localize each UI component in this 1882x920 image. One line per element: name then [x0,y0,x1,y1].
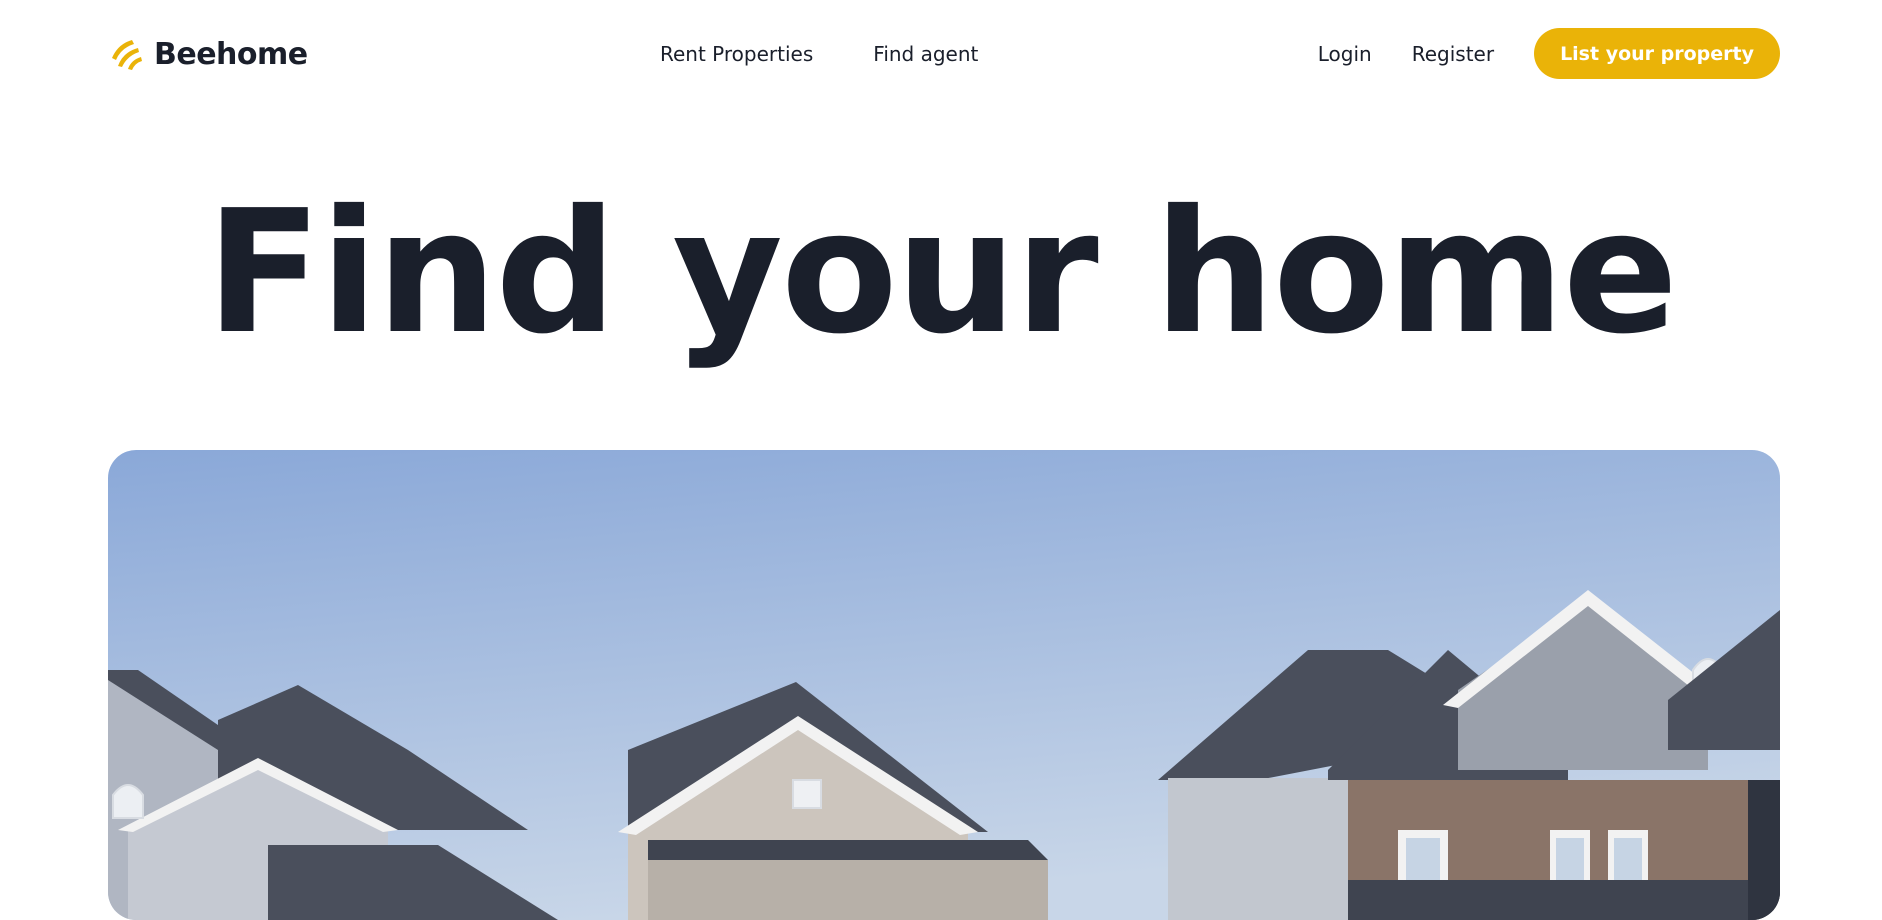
nav-link-find-agent[interactable]: Find agent [873,42,978,66]
top-navbar: Beehome Rent Properties Find agent Login… [0,0,1882,108]
list-property-button[interactable]: List your property [1534,28,1780,79]
nav-link-rent-properties[interactable]: Rent Properties [660,42,813,66]
hero-title: Find your home [205,174,1678,372]
brand-logo[interactable]: Beehome [108,36,308,72]
hero-houses-image [108,450,1780,920]
brand-name: Beehome [154,36,308,72]
bee-stripes-icon [108,36,144,72]
login-link[interactable]: Login [1318,42,1372,66]
account-nav: Login Register List your property [1318,28,1780,79]
main-nav: Rent Properties Find agent [660,42,978,66]
register-link[interactable]: Register [1412,42,1494,66]
